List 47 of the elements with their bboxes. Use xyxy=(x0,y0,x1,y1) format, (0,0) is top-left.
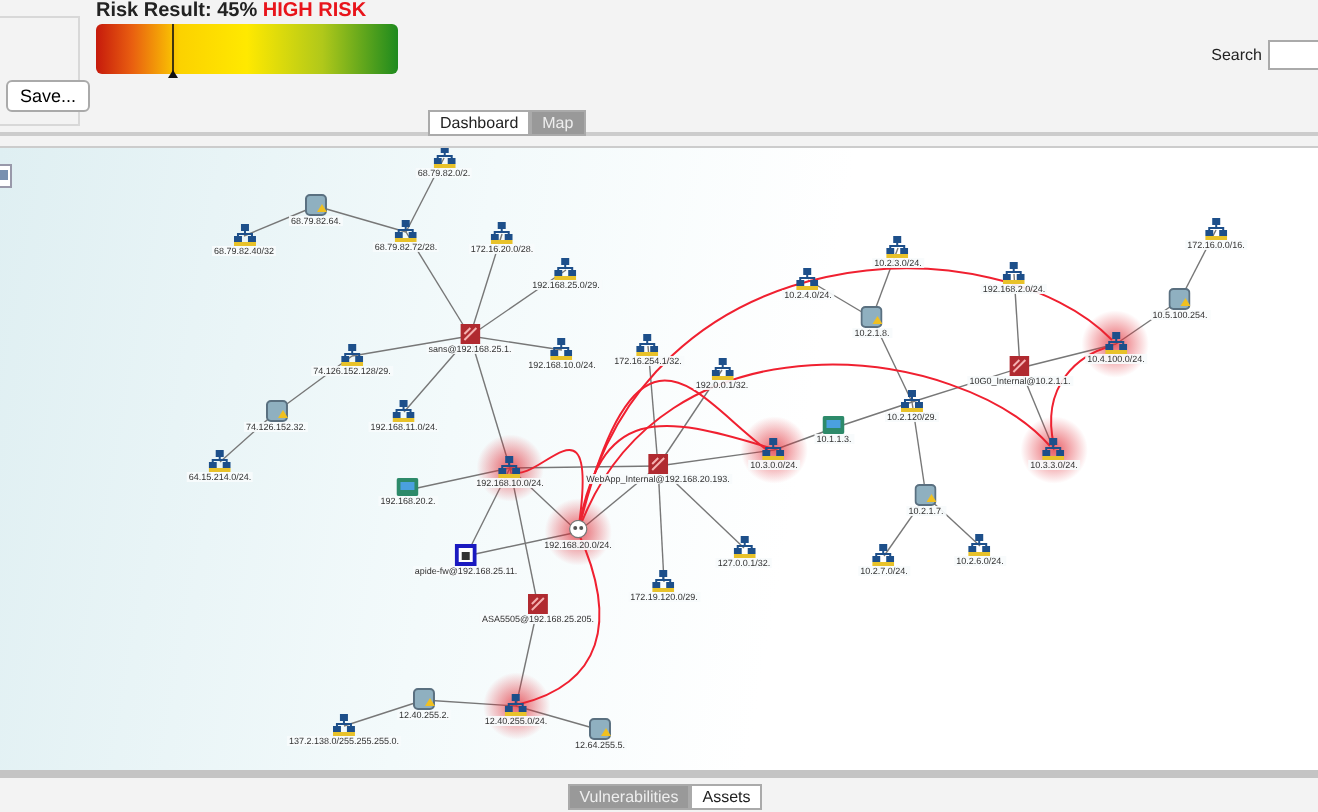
network-icon[interactable] xyxy=(1205,218,1227,240)
host-icon[interactable] xyxy=(823,416,845,434)
network-icon[interactable] xyxy=(887,236,909,258)
search-label: Search xyxy=(1211,46,1262,64)
gateway-icon[interactable] xyxy=(1169,288,1191,310)
gateway-icon[interactable] xyxy=(305,194,327,216)
view-tab[interactable]: Dashboard xyxy=(428,110,531,136)
network-icon[interactable] xyxy=(733,536,755,558)
gateway-icon[interactable] xyxy=(861,306,883,328)
network-icon[interactable] xyxy=(637,334,659,356)
network-icon[interactable] xyxy=(505,694,527,716)
network-icon[interactable] xyxy=(969,534,991,556)
network-icon[interactable] xyxy=(555,258,577,280)
network-icon[interactable] xyxy=(341,344,363,366)
risk-result-text: Risk Result: 45% HIGH RISK xyxy=(96,0,369,24)
device-icon[interactable] xyxy=(455,544,477,566)
gateway-icon[interactable] xyxy=(589,718,611,740)
firewall-icon[interactable] xyxy=(1010,356,1030,376)
network-icon[interactable] xyxy=(1003,262,1025,284)
network-icon[interactable] xyxy=(551,338,573,360)
network-icon[interactable] xyxy=(395,220,417,242)
save-button[interactable]: Save... xyxy=(6,80,91,112)
firewall-icon[interactable] xyxy=(528,594,548,614)
network-icon[interactable] xyxy=(233,224,255,246)
network-icon[interactable] xyxy=(433,148,455,168)
network-icon[interactable] xyxy=(499,456,521,478)
firewall-icon[interactable] xyxy=(460,324,480,344)
network-icon[interactable] xyxy=(797,268,819,290)
firewall-icon[interactable] xyxy=(648,454,668,474)
network-icon[interactable] xyxy=(873,544,895,566)
host-icon[interactable] xyxy=(397,478,419,496)
gateway-icon[interactable] xyxy=(915,484,937,506)
network-icon[interactable] xyxy=(1043,438,1065,460)
gateway-icon[interactable] xyxy=(413,688,435,710)
network-icon[interactable] xyxy=(901,390,923,412)
panel-tab[interactable]: Assets xyxy=(690,784,763,810)
network-icon[interactable] xyxy=(653,570,675,592)
network-icon[interactable] xyxy=(333,714,355,736)
network-icon[interactable] xyxy=(491,222,513,244)
network-icon[interactable] xyxy=(209,450,231,472)
network-icon[interactable] xyxy=(1105,332,1127,354)
gateway-icon[interactable] xyxy=(265,400,287,422)
search-field[interactable] xyxy=(1268,40,1318,70)
network-icon[interactable] xyxy=(711,358,733,380)
skull-icon[interactable] xyxy=(568,520,588,540)
network-icon[interactable] xyxy=(393,400,415,422)
network-icon[interactable] xyxy=(763,438,785,460)
